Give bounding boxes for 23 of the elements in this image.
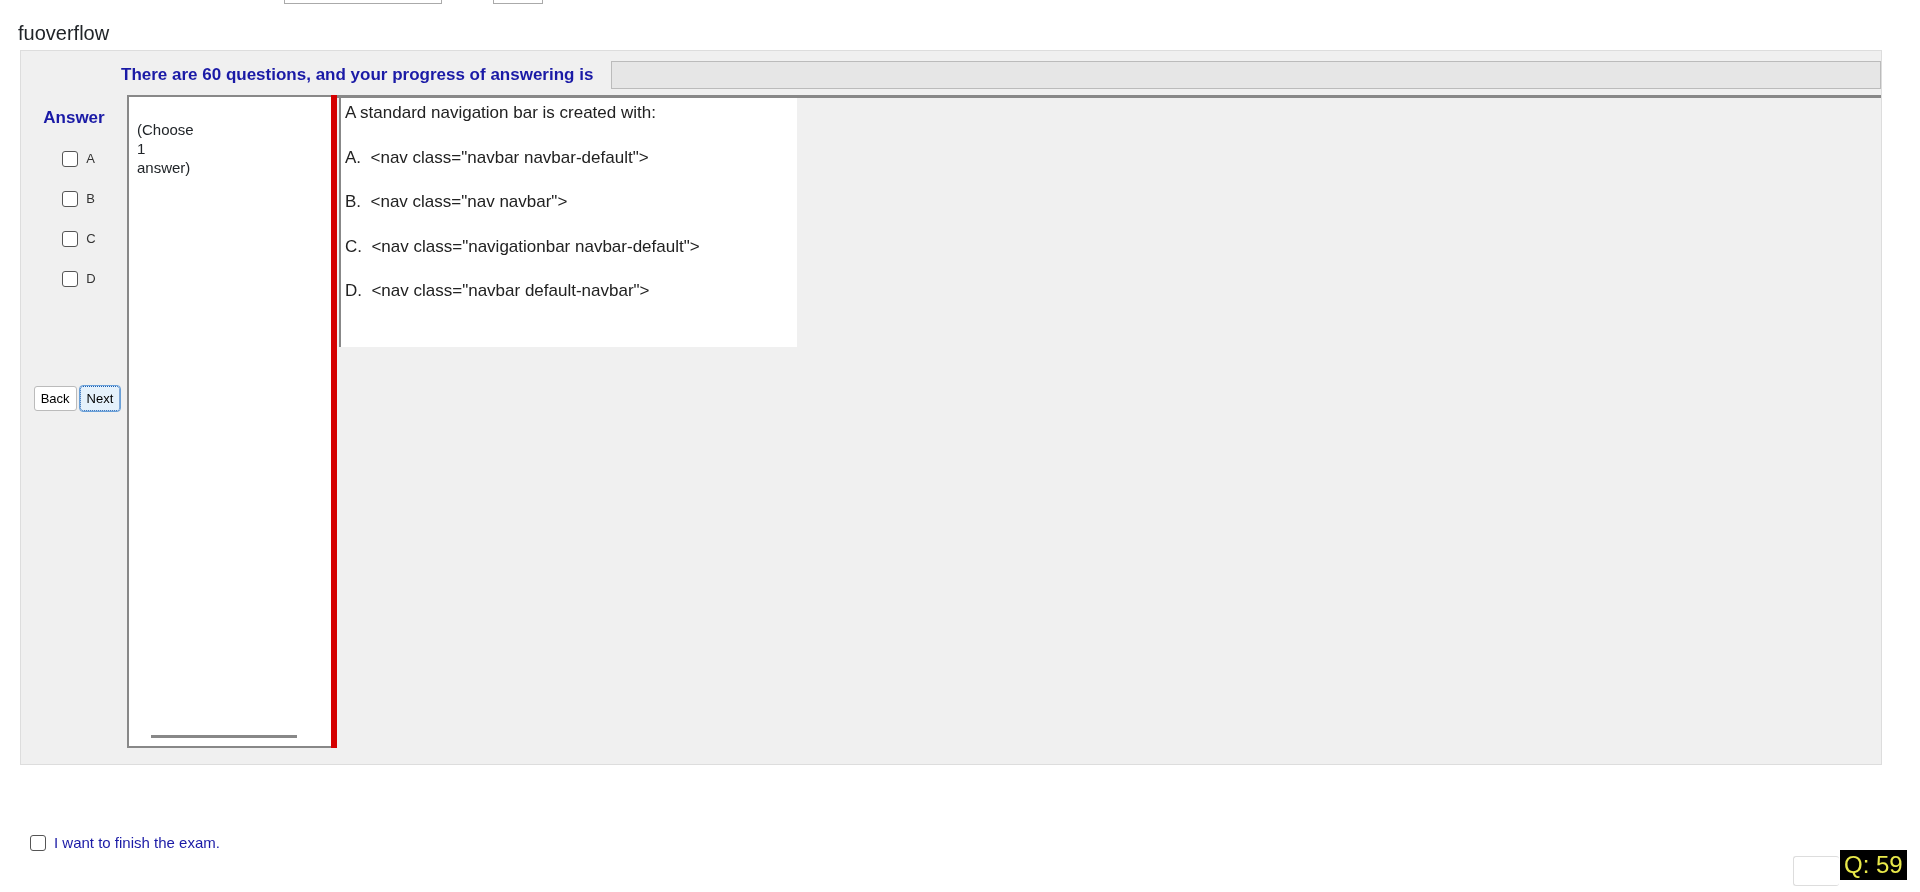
answer-checkbox[interactable] (62, 150, 79, 167)
choice-text: A. <nav class="navbar navbar-default"> (345, 146, 650, 169)
answer-heading: Answer (43, 107, 105, 129)
back-button[interactable]: Back (33, 385, 77, 411)
scrollbar[interactable] (151, 735, 297, 738)
choice-text: D. <nav class="navbar default-navbar"> (345, 280, 651, 302)
choice-text: B. <nav class="nav navbar"> (345, 191, 569, 213)
finish-checkbox[interactable] (30, 835, 46, 852)
question-text: A standard navigation bar is created with: (345, 102, 657, 124)
next-button[interactable]: Next (79, 385, 121, 411)
choice-text: C. <nav class="navigationbar navbar-default"> (345, 235, 701, 258)
user-label: fuoverflow (18, 21, 110, 46)
finish-label: I want to finish the exam. (54, 833, 220, 853)
instruction-text: (Choose 1 answer) (137, 121, 195, 178)
answer-checkbox[interactable] (62, 270, 79, 287)
answer-checkbox[interactable] (62, 190, 79, 207)
answer-option-label: C (86, 229, 96, 248)
question-counter: Q: 59 (1840, 850, 1907, 880)
answer-option-label: B (86, 189, 95, 208)
answer-checkbox[interactable] (62, 230, 79, 247)
answer-option-label: A (86, 149, 95, 168)
answer-option-label: D (86, 269, 96, 288)
progress-label: There are 60 questions, and your progress of answering is (121, 64, 594, 87)
